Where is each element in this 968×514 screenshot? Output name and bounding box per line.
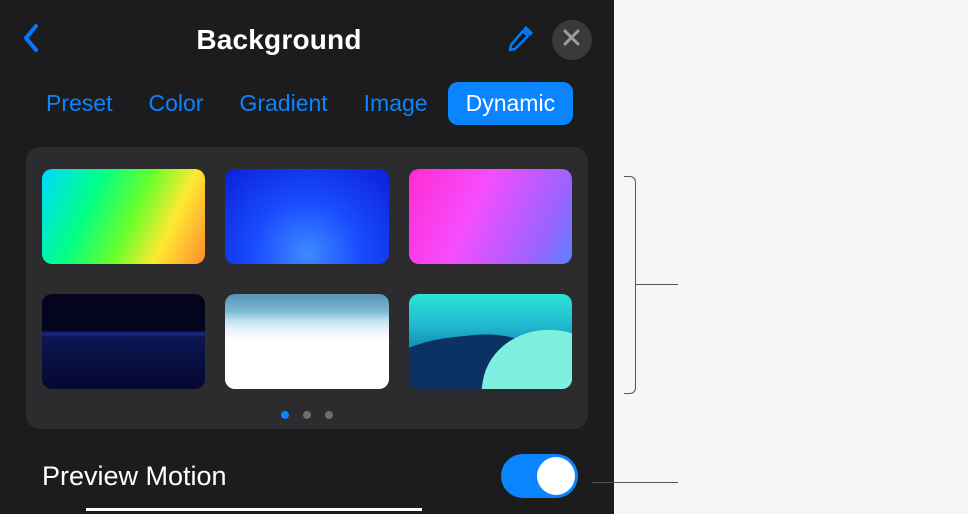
tab-dynamic[interactable]: Dynamic	[448, 82, 573, 125]
dynamic-thumbnail[interactable]	[409, 169, 572, 264]
background-tabs: Preset Color Gradient Image Dynamic	[0, 68, 614, 135]
home-indicator	[86, 508, 422, 511]
callout-bracket-backgrounds	[624, 176, 636, 394]
panel-title: Background	[196, 24, 361, 56]
preview-motion-row: Preview Motion	[42, 454, 578, 498]
close-icon	[563, 29, 580, 51]
chevron-left-icon	[22, 23, 40, 58]
page-dot[interactable]	[325, 411, 333, 419]
back-button[interactable]	[22, 23, 52, 58]
tab-gradient[interactable]: Gradient	[223, 82, 343, 125]
dynamic-thumbnail[interactable]	[42, 294, 205, 389]
tab-color[interactable]: Color	[132, 82, 219, 125]
page-dot[interactable]	[281, 411, 289, 419]
preview-motion-toggle[interactable]	[501, 454, 578, 498]
callout-line-backgrounds	[636, 284, 678, 285]
header-actions	[506, 20, 592, 60]
page-dot[interactable]	[303, 411, 311, 419]
callout-line-toggle	[592, 482, 678, 483]
close-button[interactable]	[552, 20, 592, 60]
dynamic-thumbnail[interactable]	[42, 169, 205, 264]
toggle-knob	[537, 457, 575, 495]
tab-image[interactable]: Image	[348, 82, 444, 125]
tab-preset[interactable]: Preset	[30, 82, 128, 125]
page-dots[interactable]	[40, 411, 574, 419]
dynamic-thumbnail[interactable]	[225, 169, 388, 264]
dynamic-thumbnail[interactable]	[225, 294, 388, 389]
thumbnail-grid	[40, 169, 574, 389]
eyedropper-icon	[506, 23, 536, 58]
dynamic-thumbnail[interactable]	[409, 294, 572, 389]
preview-motion-label: Preview Motion	[42, 461, 227, 492]
eyedropper-button[interactable]	[506, 23, 536, 58]
background-panel: Background Preset Color Gradient Image D	[0, 0, 614, 514]
header: Background	[0, 0, 614, 68]
dynamic-background-grid	[26, 147, 588, 429]
